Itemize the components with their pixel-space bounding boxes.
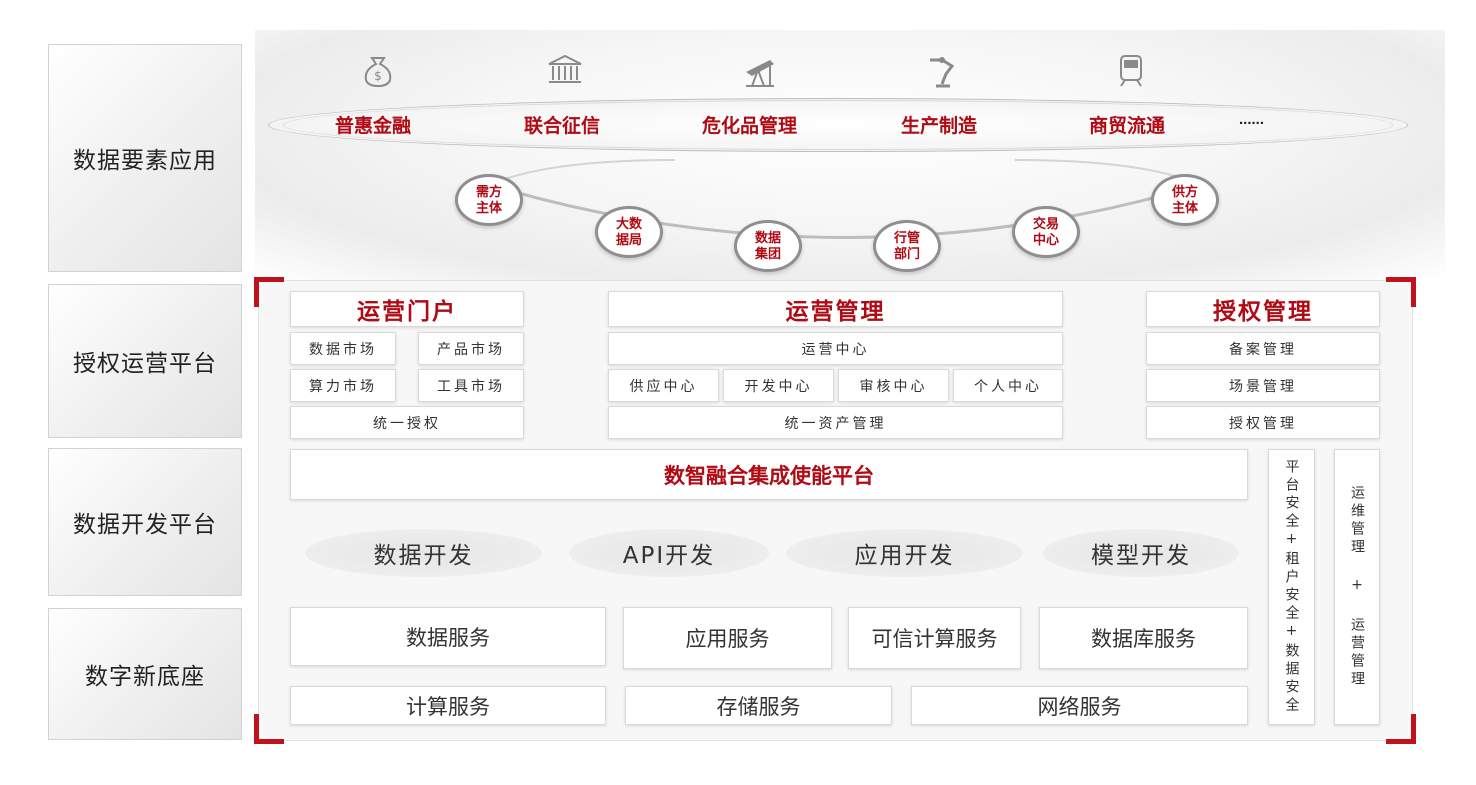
ops-review-center[interactable]: 审核中心 <box>838 369 949 402</box>
service-data: 数据服务 <box>290 607 606 666</box>
scene-label-manufacturing: 生产制造 <box>901 116 978 137</box>
dev-application: 应用开发 <box>786 529 1023 577</box>
layer-label-foundation: 数字新底座 <box>48 608 242 740</box>
layer-label-authorization: 授权运营平台 <box>48 284 242 438</box>
platform-banner: 数智融合集成使能平台 <box>290 449 1248 500</box>
service-storage: 存储服务 <box>625 686 892 725</box>
train-icon <box>1111 50 1151 90</box>
ops-center[interactable]: 运营中心 <box>608 332 1063 365</box>
frame-corner-bottom-left <box>254 714 284 744</box>
service-network: 网络服务 <box>911 686 1248 725</box>
portal-item-compute-market[interactable]: 算力市场 <box>290 369 396 402</box>
node-data-group: 数据集团 <box>734 220 802 272</box>
ops-dev-center[interactable]: 开发中心 <box>723 369 834 402</box>
svg-text:$: $ <box>374 69 382 83</box>
network-arc <box>489 159 1201 239</box>
layer-label-application: 数据要素应用 <box>48 44 242 272</box>
robot-arm-icon <box>922 50 962 90</box>
portal-title: 运营门户 <box>290 291 524 327</box>
node-big-data-bureau: 大数据局 <box>595 206 663 258</box>
dev-api: API开发 <box>569 529 769 577</box>
portal-item-unified-authorization[interactable]: 统一授权 <box>290 406 524 439</box>
node-exchange-center: 交易中心 <box>1012 206 1080 258</box>
node-supply-side: 供方主体 <box>1151 174 1219 226</box>
service-trusted-computing: 可信计算服务 <box>848 607 1021 669</box>
portal-item-data-market[interactable]: 数据市场 <box>290 332 396 365</box>
auth-item-authorization[interactable]: 授权管理 <box>1146 406 1380 439</box>
bank-icon <box>545 50 585 90</box>
node-demand-side: 需方主体 <box>455 174 523 226</box>
auth-title: 授权管理 <box>1146 291 1380 327</box>
portal-item-tool-market[interactable]: 工具市场 <box>418 369 524 402</box>
oil-pump-icon <box>740 50 780 90</box>
side-operations-text: 运维管理 + 运营管理 <box>1349 485 1365 689</box>
service-compute: 计算服务 <box>290 686 606 725</box>
scene-ring-inner <box>283 100 1393 150</box>
side-security-column: 平台安全+租户安全+数据安全 <box>1268 449 1315 725</box>
frame-corner-bottom-right <box>1386 714 1416 744</box>
frame-corner-top-left <box>254 277 284 307</box>
node-industry-regulator: 行管部门 <box>873 220 941 272</box>
ops-personal-center[interactable]: 个人中心 <box>953 369 1063 402</box>
frame-corner-top-right <box>1386 277 1416 307</box>
scene-label-inclusive-finance: 普惠金融 <box>335 116 412 137</box>
side-operations-column: 运维管理 + 运营管理 <box>1334 449 1380 725</box>
side-security-text: 平台安全+租户安全+数据安全 <box>1283 459 1300 715</box>
scene-label-hazmat-management: 危化品管理 <box>702 116 798 137</box>
dev-data: 数据开发 <box>305 529 542 577</box>
scene-label-more: ...... <box>1239 111 1265 128</box>
auth-item-scenario[interactable]: 场景管理 <box>1146 369 1380 402</box>
service-database: 数据库服务 <box>1039 607 1248 669</box>
ops-unified-asset-management[interactable]: 统一资产管理 <box>608 406 1063 439</box>
ops-title: 运营管理 <box>608 291 1063 327</box>
scene-label-trade-circulation: 商贸流通 <box>1089 116 1166 137</box>
money-bag-icon: $ <box>358 50 398 90</box>
ops-supply-center[interactable]: 供应中心 <box>608 369 719 402</box>
service-application: 应用服务 <box>623 607 832 669</box>
auth-item-filing[interactable]: 备案管理 <box>1146 332 1380 365</box>
layer-label-development: 数据开发平台 <box>48 448 242 596</box>
scene-label-joint-credit: 联合征信 <box>524 116 601 137</box>
portal-item-product-market[interactable]: 产品市场 <box>418 332 524 365</box>
dev-model: 模型开发 <box>1043 529 1239 577</box>
